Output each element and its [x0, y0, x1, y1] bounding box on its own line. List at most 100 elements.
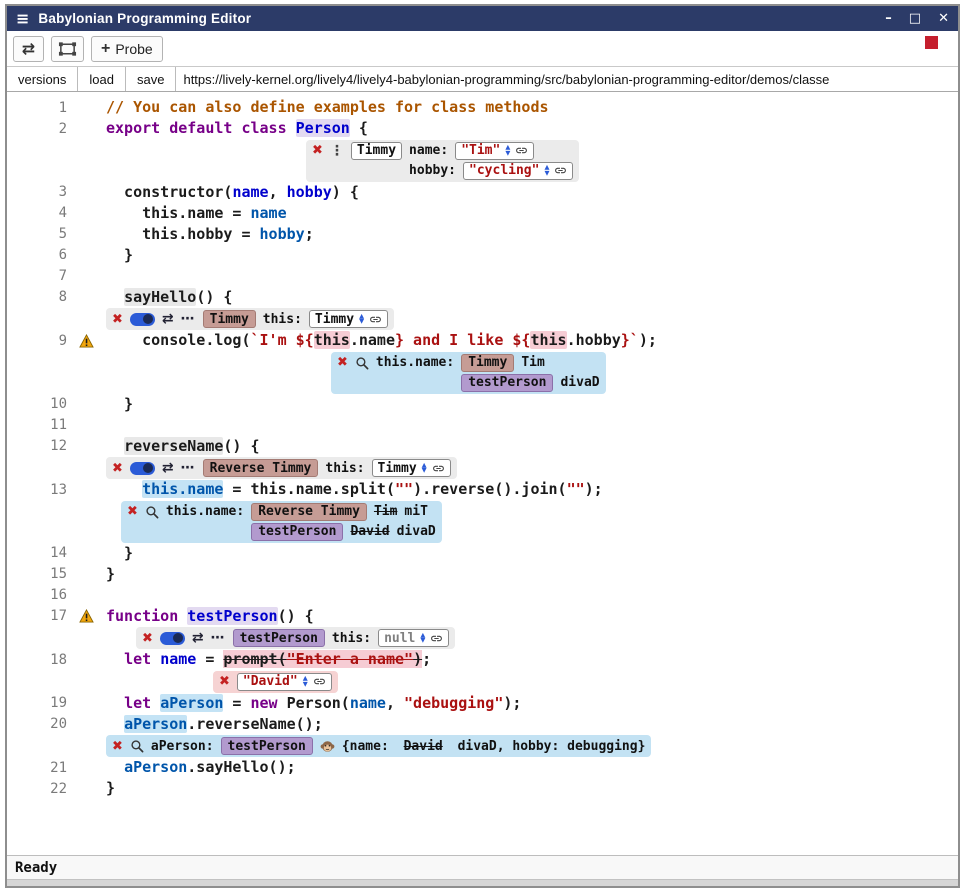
link-icon[interactable]	[432, 462, 445, 475]
link-icon[interactable]	[554, 164, 567, 177]
code-content[interactable]: }	[106, 394, 133, 415]
add-probe-button[interactable]: + Probe	[91, 36, 163, 62]
code-content[interactable]: aPerson.sayHello();	[106, 757, 296, 778]
delete-annotation-icon[interactable]: ✖	[142, 632, 153, 645]
delete-annotation-icon[interactable]: ✖	[337, 356, 348, 369]
warning-icon[interactable]	[79, 334, 94, 348]
annotation-content: ✖ "David" ▲▼	[106, 670, 338, 693]
example-badge[interactable]: Reverse Timmy	[251, 503, 367, 521]
code-content[interactable]: }	[106, 564, 115, 585]
code-content[interactable]: this.name = this.name.split("").reverse(…	[106, 479, 603, 500]
stepper-icon[interactable]: ▲▼	[505, 145, 510, 156]
code-content[interactable]: reverseName() {	[106, 436, 260, 457]
code-content[interactable]: function testPerson() {	[106, 606, 314, 627]
more-options-icon[interactable]: ⋯	[211, 631, 226, 645]
swap-arrows-icon: ⇄	[22, 41, 35, 57]
more-options-icon[interactable]: ⋯	[181, 461, 196, 475]
delete-annotation-icon[interactable]: ✖	[127, 505, 138, 518]
value-text: "David"	[243, 674, 298, 689]
example-badge[interactable]: testPerson	[251, 523, 343, 541]
example-badge[interactable]: testPerson	[221, 737, 313, 755]
swap-arrows-icon[interactable]: ⇄	[162, 461, 174, 475]
value-input[interactable]: Timmy	[351, 142, 402, 160]
frame-select-button[interactable]	[51, 36, 84, 62]
example-toggle[interactable]	[130, 462, 155, 475]
maximize-icon[interactable]: □	[909, 12, 921, 25]
code-content[interactable]: }	[106, 245, 133, 266]
line-number: 3	[7, 184, 67, 200]
close-icon[interactable]: ✕	[938, 12, 949, 25]
link-icon[interactable]	[313, 675, 326, 688]
stepper-icon[interactable]: ▲▼	[359, 314, 364, 325]
code-token	[106, 694, 124, 712]
value-input[interactable]: "Tim"▲▼	[455, 142, 534, 160]
value-input[interactable]: "David" ▲▼	[237, 673, 332, 691]
swap-button[interactable]: ⇄	[13, 36, 44, 62]
hamburger-menu-icon[interactable]: ≡	[16, 11, 29, 27]
magnifier-icon[interactable]	[355, 356, 369, 370]
url-field[interactable]: https://lively-kernel.org/lively4/lively…	[176, 67, 958, 91]
probe-value: divaD, hobby: debugging}	[450, 739, 646, 754]
code-content[interactable]: console.log(`I'm ${this.name} and I like…	[106, 330, 657, 351]
example-toggle[interactable]	[160, 632, 185, 645]
more-options-icon[interactable]: ⋯	[181, 312, 196, 326]
link-icon[interactable]	[369, 313, 382, 326]
stepper-icon[interactable]: ▲▼	[544, 165, 549, 176]
delete-annotation-icon[interactable]: ✖	[112, 740, 123, 753]
minimize-icon[interactable]: –	[885, 12, 892, 25]
editor[interactable]: 1// You can also define examples for cla…	[7, 92, 958, 855]
code-content[interactable]: // You can also define examples for clas…	[106, 97, 549, 118]
delete-annotation-icon[interactable]: ✖	[219, 675, 230, 688]
value-input[interactable]: null▲▼	[378, 629, 449, 647]
example-toggle[interactable]	[130, 313, 155, 326]
code-token: ) {	[332, 183, 359, 201]
annotation-content: ✖⋮Timmyname:"Tim"▲▼hobby:"cycling"▲▼	[106, 139, 579, 182]
line-number: 15	[7, 566, 67, 582]
code-token: sayHello	[124, 288, 196, 306]
code-token: new	[251, 694, 278, 712]
delete-annotation-icon[interactable]: ✖	[112, 313, 123, 326]
delete-annotation-icon[interactable]: ✖	[312, 144, 323, 157]
stepper-icon[interactable]: ▲▼	[303, 676, 308, 687]
line-number: 20	[7, 716, 67, 732]
swap-arrows-icon[interactable]: ⇄	[162, 312, 174, 326]
value-input[interactable]: Timmy▲▼	[309, 310, 388, 328]
swap-arrows-icon[interactable]: ⇄	[192, 631, 204, 645]
value-input[interactable]: "cycling"▲▼	[463, 162, 573, 180]
warning-icon[interactable]	[79, 609, 94, 623]
magnifier-icon[interactable]	[145, 505, 159, 519]
code-content[interactable]: let aPerson = new Person(name, "debuggin…	[106, 693, 521, 714]
link-icon[interactable]	[515, 144, 528, 157]
kebab-menu-icon[interactable]: ⋮	[330, 144, 344, 158]
load-button[interactable]: load	[78, 67, 126, 91]
example-badge[interactable]: Timmy	[203, 310, 256, 328]
code-content[interactable]: this.hobby = hobby;	[106, 224, 314, 245]
code-line: 6 }	[7, 245, 958, 266]
code-line: 4 this.name = name	[7, 203, 958, 224]
stepper-icon[interactable]: ▲▼	[422, 463, 427, 474]
gutter: 19	[7, 693, 106, 714]
example-badge[interactable]: Reverse Timmy	[203, 459, 319, 477]
example-badge[interactable]: Timmy	[461, 354, 514, 372]
code-content[interactable]: export default class Person {	[106, 118, 368, 139]
value-input[interactable]: Timmy▲▼	[372, 459, 451, 477]
probe-old-value: David	[404, 739, 443, 754]
code-line: 11	[7, 415, 958, 436]
widget-value-row: testPersonDaviddivaD	[251, 522, 436, 542]
example-badge[interactable]: testPerson	[461, 374, 553, 392]
versions-button[interactable]: versions	[7, 67, 78, 91]
delete-annotation-icon[interactable]: ✖	[112, 462, 123, 475]
toggle-knob	[143, 314, 153, 324]
code-content[interactable]: }	[106, 778, 115, 799]
code-content[interactable]: sayHello() {	[106, 287, 232, 308]
save-button[interactable]: save	[126, 67, 176, 91]
link-icon[interactable]	[430, 632, 443, 645]
code-content[interactable]: let name = prompt("Enter a name");	[106, 649, 431, 670]
code-content[interactable]: }	[106, 543, 133, 564]
example-badge[interactable]: testPerson	[233, 629, 325, 647]
code-content[interactable]: constructor(name, hobby) {	[106, 182, 359, 203]
code-content[interactable]: this.name = name	[106, 203, 287, 224]
magnifier-icon[interactable]	[130, 739, 144, 753]
stepper-icon[interactable]: ▲▼	[420, 633, 425, 644]
code-content[interactable]: aPerson.reverseName();	[106, 714, 323, 735]
